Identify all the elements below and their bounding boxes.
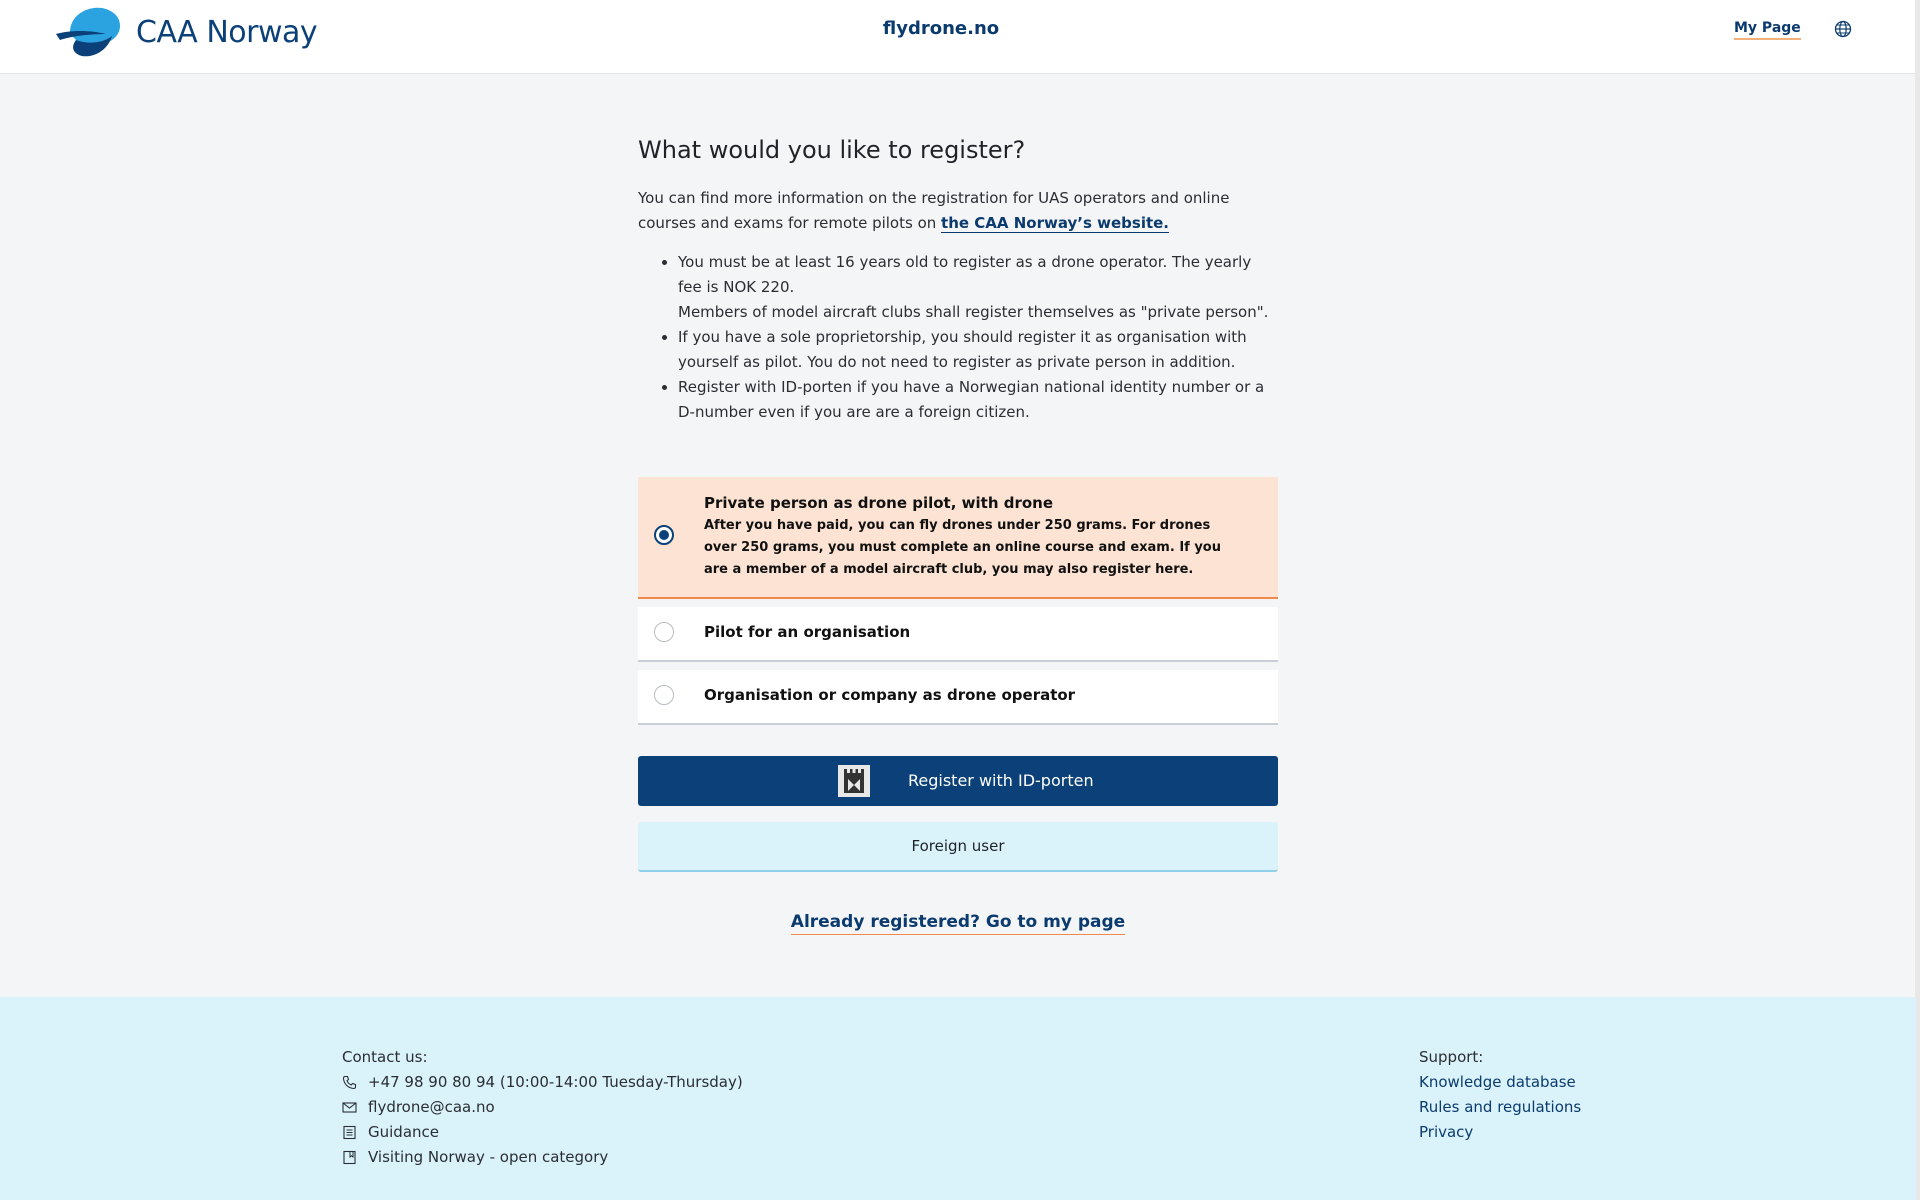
- radio-organisation-operator[interactable]: [654, 685, 674, 705]
- document-icon: [343, 1125, 356, 1140]
- privacy-link[interactable]: Privacy: [1419, 1123, 1473, 1141]
- option-organisation-operator[interactable]: Organisation or company as drone operato…: [638, 670, 1278, 725]
- register-idporten-label: Register with ID-porten: [908, 771, 1094, 790]
- foreign-user-button[interactable]: Foreign user: [638, 822, 1278, 872]
- intro-text: You can find more information on the reg…: [638, 186, 1278, 236]
- radio-private-person[interactable]: [654, 525, 674, 545]
- idporten-icon: [838, 765, 870, 797]
- book-icon: [343, 1150, 356, 1165]
- site-header: CAA Norway flydrone.no My Page: [0, 0, 1920, 74]
- bullet-text: Register with ID-porten if you have a No…: [678, 378, 1265, 421]
- info-list: You must be at least 16 years old to reg…: [638, 250, 1278, 425]
- option-pilot-organisation[interactable]: Pilot for an organisation: [638, 607, 1278, 662]
- bullet-text: If you have a sole proprietorship, you s…: [678, 328, 1247, 371]
- knowledge-database-link[interactable]: Knowledge database: [1419, 1073, 1576, 1091]
- caa-website-link[interactable]: the CAA Norway’s website.: [941, 214, 1170, 233]
- phone-icon: [342, 1075, 357, 1090]
- phone-row: +47 98 90 80 94 (10:00-14:00 Tuesday-Thu…: [342, 1070, 743, 1095]
- list-item: You must be at least 16 years old to reg…: [678, 250, 1278, 325]
- email-link[interactable]: flydrone@caa.no: [368, 1095, 495, 1120]
- mail-icon: [342, 1102, 357, 1113]
- support-heading: Support:: [1419, 1048, 1484, 1066]
- visiting-norway-link[interactable]: Visiting Norway - open category: [368, 1145, 608, 1170]
- option-title: Pilot for an organisation: [704, 623, 911, 641]
- guidance-link[interactable]: Guidance: [368, 1120, 439, 1145]
- support-section: Support: Knowledge database Rules and re…: [1419, 1045, 1581, 1145]
- my-page-link[interactable]: My Page: [1734, 20, 1801, 40]
- phone-number: +47 98 90 80 94 (10:00-14:00 Tuesday-Thu…: [368, 1073, 743, 1091]
- option-title: Private person as drone pilot, with dron…: [704, 494, 1054, 512]
- globe-icon[interactable]: [1834, 20, 1852, 38]
- option-description: After you have paid, you can fly drones …: [704, 518, 1221, 577]
- contact-heading: Contact us:: [342, 1048, 428, 1066]
- bullet-text: Members of model aircraft clubs shall re…: [678, 303, 1269, 321]
- radio-pilot-organisation[interactable]: [654, 622, 674, 642]
- list-item: Register with ID-porten if you have a No…: [678, 375, 1278, 425]
- site-name: flydrone.no: [882, 18, 1000, 39]
- contact-section: Contact us: +47 98 90 80 94 (10:00-14:00…: [342, 1045, 743, 1170]
- already-registered: Already registered? Go to my page: [0, 912, 1916, 935]
- option-title: Organisation or company as drone operato…: [704, 686, 1076, 704]
- email-row: flydrone@caa.no: [342, 1095, 743, 1120]
- rules-regulations-link[interactable]: Rules and regulations: [1419, 1098, 1581, 1116]
- go-to-my-page-link[interactable]: Already registered? Go to my page: [790, 912, 1126, 935]
- page-title: What would you like to register?: [638, 136, 1026, 164]
- option-private-person[interactable]: Private person as drone pilot, with dron…: [638, 477, 1278, 599]
- main-content: What would you like to register? You can…: [638, 136, 1278, 425]
- visiting-row: Visiting Norway - open category: [342, 1145, 743, 1170]
- bullet-text: You must be at least 16 years old to reg…: [678, 253, 1252, 296]
- register-idporten-button[interactable]: Register with ID-porten: [638, 756, 1278, 806]
- guidance-row: Guidance: [342, 1120, 743, 1145]
- site-footer: Contact us: +47 98 90 80 94 (10:00-14:00…: [0, 997, 1916, 1200]
- list-item: If you have a sole proprietorship, you s…: [678, 325, 1278, 375]
